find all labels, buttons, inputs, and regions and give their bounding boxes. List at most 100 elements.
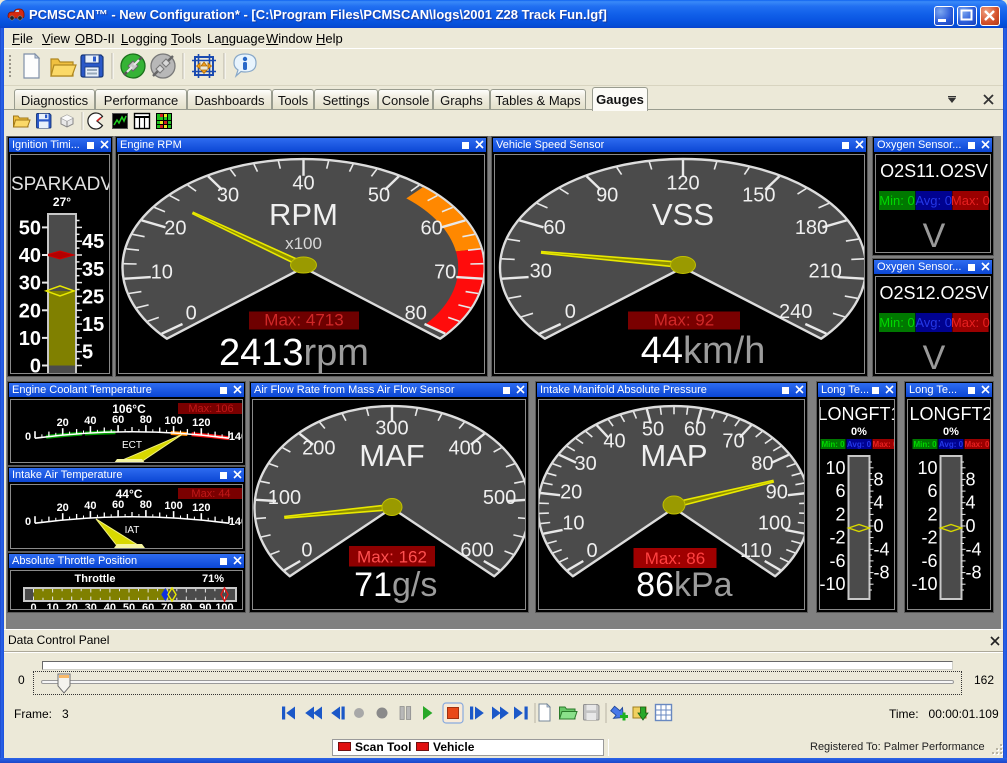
- svg-text:LONGFT2: LONGFT2: [909, 404, 991, 424]
- svg-text:40: 40: [603, 431, 625, 453]
- svg-text:Max: 0: Max: 0: [965, 440, 990, 449]
- svg-text:20: 20: [57, 502, 69, 514]
- svg-text:0: 0: [30, 356, 41, 375]
- svg-text:60: 60: [543, 217, 565, 239]
- svg-text:rpm: rpm: [304, 332, 369, 374]
- svg-text:20: 20: [560, 482, 582, 504]
- svg-text:10: 10: [46, 602, 58, 610]
- svg-text:40: 40: [84, 500, 96, 512]
- svg-text:x100: x100: [285, 234, 322, 253]
- svg-text:10: 10: [825, 458, 845, 478]
- svg-text:10: 10: [151, 261, 173, 283]
- svg-text:27°: 27°: [53, 195, 71, 209]
- svg-text:-8: -8: [966, 563, 982, 583]
- svg-text:-8: -8: [874, 563, 890, 583]
- svg-text:40: 40: [104, 602, 116, 610]
- svg-text:120: 120: [192, 417, 210, 429]
- svg-text:90: 90: [199, 602, 211, 610]
- svg-text:Max: 0: Max: 0: [873, 440, 895, 449]
- svg-text:150: 150: [742, 185, 775, 207]
- svg-text:40: 40: [84, 415, 96, 427]
- svg-text:60: 60: [420, 218, 442, 240]
- svg-text:80: 80: [140, 499, 152, 511]
- svg-text:70: 70: [434, 261, 456, 283]
- svg-text:VSS: VSS: [652, 197, 714, 232]
- svg-text:SPARKADV: SPARKADV: [11, 174, 110, 195]
- svg-text:-10: -10: [911, 574, 937, 594]
- svg-text:45: 45: [82, 231, 104, 253]
- svg-text:40: 40: [19, 245, 41, 267]
- svg-text:4: 4: [966, 493, 976, 513]
- svg-text:35: 35: [82, 259, 104, 281]
- svg-text:-2: -2: [921, 528, 937, 548]
- svg-text:500: 500: [483, 487, 516, 509]
- svg-text:O2S12.O2SV: O2S12.O2SV: [879, 283, 988, 303]
- svg-text:80: 80: [405, 303, 427, 325]
- svg-text:20: 20: [164, 218, 186, 240]
- svg-text:71%: 71%: [202, 573, 224, 585]
- svg-text:15: 15: [82, 314, 104, 336]
- svg-text:2413: 2413: [219, 332, 304, 374]
- svg-text:90: 90: [596, 185, 618, 207]
- svg-text:180: 180: [795, 217, 828, 239]
- svg-text:70: 70: [722, 431, 744, 453]
- svg-text:60: 60: [112, 499, 124, 511]
- svg-text:25: 25: [82, 286, 104, 308]
- svg-text:10: 10: [562, 512, 584, 534]
- svg-text:km/h: km/h: [683, 330, 765, 372]
- svg-text:90: 90: [766, 482, 788, 504]
- svg-text:80: 80: [751, 453, 773, 475]
- svg-text:0: 0: [874, 516, 884, 536]
- svg-text:0: 0: [186, 303, 197, 325]
- svg-text:40: 40: [292, 173, 314, 195]
- svg-text:50: 50: [19, 217, 41, 239]
- svg-text:120: 120: [666, 173, 699, 195]
- svg-text:71: 71: [354, 566, 392, 604]
- svg-text:-4: -4: [874, 539, 890, 559]
- svg-text:30: 30: [85, 602, 97, 610]
- svg-text:210: 210: [809, 260, 842, 282]
- svg-text:86: 86: [636, 566, 674, 604]
- svg-text:V: V: [923, 339, 946, 374]
- svg-text:6: 6: [927, 481, 937, 501]
- svg-text:Throttle: Throttle: [75, 573, 116, 585]
- svg-text:Max: 44: Max: 44: [191, 488, 230, 500]
- svg-text:100: 100: [268, 487, 301, 509]
- svg-text:0%: 0%: [943, 426, 959, 438]
- svg-text:140: 140: [229, 516, 243, 528]
- svg-text:2: 2: [927, 504, 937, 524]
- svg-text:0%: 0%: [851, 426, 867, 438]
- svg-text:200: 200: [302, 438, 335, 460]
- svg-text:Min: 0: Min: 0: [879, 315, 914, 330]
- svg-text:Min: 0: Min: 0: [821, 440, 845, 449]
- svg-text:Avg: 0: Avg: 0: [915, 315, 952, 330]
- svg-text:240: 240: [779, 301, 812, 323]
- svg-text:0: 0: [565, 301, 576, 323]
- svg-text:100: 100: [215, 602, 233, 610]
- svg-text:Min: 0: Min: 0: [879, 193, 914, 208]
- svg-text:44: 44: [641, 330, 683, 372]
- svg-text:0: 0: [30, 602, 36, 610]
- svg-text:8: 8: [966, 469, 976, 489]
- svg-text:0: 0: [25, 516, 31, 528]
- svg-text:20: 20: [66, 602, 78, 610]
- svg-text:50: 50: [368, 185, 390, 207]
- svg-text:Avg: 0: Avg: 0: [915, 193, 952, 208]
- svg-text:Min: 0: Min: 0: [913, 440, 937, 449]
- svg-text:10: 10: [917, 458, 937, 478]
- svg-text:50: 50: [123, 602, 135, 610]
- svg-text:140: 140: [229, 431, 243, 443]
- svg-text:ECT: ECT: [122, 440, 142, 451]
- svg-text:80: 80: [180, 602, 192, 610]
- svg-text:100: 100: [164, 500, 182, 512]
- svg-text:100: 100: [758, 512, 791, 534]
- svg-text:30: 30: [574, 453, 596, 475]
- svg-text:MAP: MAP: [640, 438, 707, 473]
- svg-text:V: V: [923, 217, 946, 253]
- svg-text:80: 80: [140, 414, 152, 426]
- svg-text:60: 60: [142, 602, 154, 610]
- svg-text:IAT: IAT: [125, 525, 140, 536]
- svg-text:Max: 106: Max: 106: [188, 403, 233, 415]
- svg-text:100: 100: [164, 415, 182, 427]
- svg-text:10: 10: [19, 328, 41, 350]
